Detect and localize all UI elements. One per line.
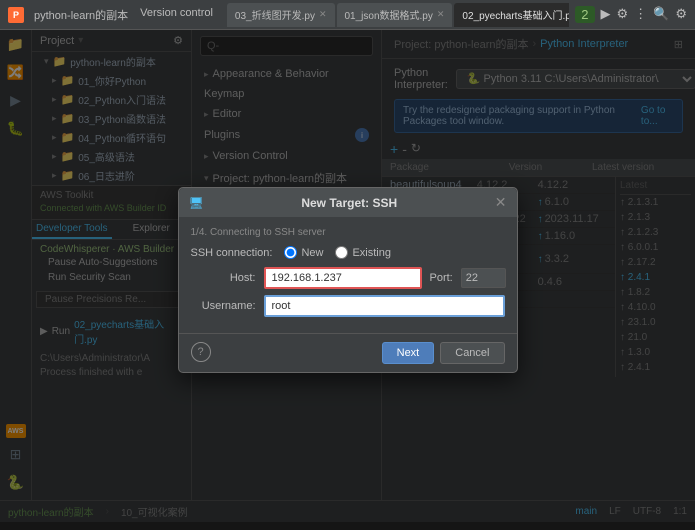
tab-0-close[interactable]: ✕ xyxy=(319,9,327,20)
dialog-footer: ? Next Cancel xyxy=(179,333,517,372)
menu-bar: python-learn的副本 Version control xyxy=(30,5,217,25)
host-label: Host: xyxy=(191,272,256,284)
settings-gear-icon[interactable]: ⚙ xyxy=(675,6,687,23)
editor-tabs: 03_折线图开发.py ✕ 01_json数据格式.py ✕ 02_pyecha… xyxy=(227,3,569,27)
ssh-dialog: 🖥 New Target: SSH ✕ 1/4. Connecting to S… xyxy=(178,187,518,373)
dialog-title: New Target: SSH xyxy=(301,196,397,210)
port-input[interactable] xyxy=(461,268,506,288)
app-logo: P xyxy=(8,7,24,23)
username-row: Username: xyxy=(191,295,505,317)
radio-new[interactable] xyxy=(284,246,297,259)
ssh-connection-radio-group: SSH connection: New Existing xyxy=(191,246,505,259)
radio-existing-text: Existing xyxy=(352,247,391,259)
username-label: Username: xyxy=(191,300,256,312)
cancel-button[interactable]: Cancel xyxy=(440,342,504,364)
debug-button[interactable]: ⚙ xyxy=(617,6,629,23)
username-input[interactable] xyxy=(264,295,505,317)
radio-existing-label[interactable]: Existing xyxy=(335,246,391,259)
radio-new-text: New xyxy=(301,247,323,259)
tab-1-label: 01_json数据格式.py xyxy=(345,7,433,22)
dialog-close-button[interactable]: ✕ xyxy=(495,194,507,211)
radio-existing[interactable] xyxy=(335,246,348,259)
run-button[interactable]: ▶ xyxy=(601,6,611,23)
dialog-header: 🖥 New Target: SSH ✕ xyxy=(179,188,517,217)
tab-0[interactable]: 03_折线图开发.py ✕ xyxy=(227,3,335,27)
toolbar-actions: 2 ▶ ⚙ ⋮ 🔍 ⚙ xyxy=(575,6,687,23)
top-bar: P python-learn的副本 Version control 03_折线图… xyxy=(0,0,695,30)
ssh-conn-label: SSH connection: xyxy=(191,247,273,259)
radio-new-label[interactable]: New xyxy=(284,246,323,259)
run-count-badge: 2 xyxy=(575,6,594,23)
host-input[interactable] xyxy=(264,267,422,289)
tab-2[interactable]: 02_pyecharts基础入门.py ✕ xyxy=(454,3,569,27)
tab-2-label: 02_pyecharts基础入门.py xyxy=(462,7,569,22)
dialog-subtitle: 1/4. Connecting to SSH server xyxy=(191,227,505,238)
tab-1-close[interactable]: ✕ xyxy=(437,9,445,20)
host-row: Host: Port: xyxy=(191,267,505,289)
search-button[interactable]: 🔍 xyxy=(653,6,669,23)
menu-project[interactable]: python-learn的副本 xyxy=(30,5,132,25)
menu-vcs[interactable]: Version control xyxy=(136,5,217,25)
tab-1[interactable]: 01_json数据格式.py ✕ xyxy=(337,3,453,27)
tab-0-label: 03_折线图开发.py xyxy=(235,7,315,22)
dialog-help-icon[interactable]: ? xyxy=(191,342,211,362)
more-button[interactable]: ⋮ xyxy=(634,6,647,23)
next-button[interactable]: Next xyxy=(382,342,435,364)
dialog-body: 1/4. Connecting to SSH server SSH connec… xyxy=(179,217,517,333)
port-label: Port: xyxy=(430,272,453,284)
dialog-overlay: 🖥 New Target: SSH ✕ 1/4. Connecting to S… xyxy=(0,30,695,530)
dialog-icon: 🖥 xyxy=(189,196,204,210)
